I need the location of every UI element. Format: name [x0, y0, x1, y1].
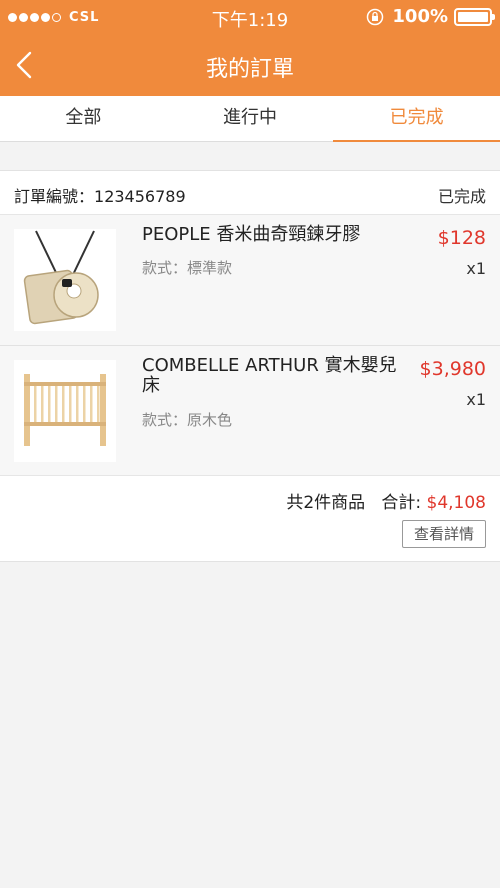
tab-in-progress[interactable]: 進行中 — [167, 96, 334, 141]
product-name: COMBELLE ARTHUR 實木嬰兒床 — [142, 355, 397, 396]
order-header: 訂單編號：123456789 已完成 — [0, 171, 500, 215]
order-footer: 共2件商品 合計: $4,108 查看詳情 — [0, 475, 500, 561]
order-card: 訂單編號：123456789 已完成 PEOPLE 香米曲奇頸鍊牙膠 款式：標準… — [0, 170, 500, 562]
tab-all[interactable]: 全部 — [0, 96, 167, 141]
order-number: 訂單編號：123456789 — [14, 183, 186, 207]
total-label: 合計: — [381, 493, 422, 513]
variant-label: 款式： — [142, 411, 188, 429]
order-summary: 共2件商品 合計: $4,108 — [286, 488, 486, 513]
tab-completed[interactable]: 已完成 — [333, 96, 500, 142]
product-price: $128 — [437, 227, 486, 249]
product-name: PEOPLE 香米曲奇頸鍊牙膠 — [142, 224, 361, 245]
view-details-button[interactable]: 查看詳情 — [402, 520, 486, 548]
product-quantity: x1 — [466, 390, 486, 409]
chevron-left-icon — [16, 51, 32, 79]
order-number-value: 123456789 — [94, 187, 186, 206]
back-button[interactable] — [4, 44, 44, 86]
order-number-label: 訂單編號： — [14, 187, 95, 206]
order-item[interactable]: COMBELLE ARTHUR 實木嬰兒床 款式：原木色 $3,980 x1 — [0, 345, 500, 475]
product-quantity: x1 — [466, 259, 486, 278]
product-price: $3,980 — [419, 358, 486, 380]
product-image-necklace — [14, 229, 116, 331]
product-variant: 款式：原木色 — [142, 409, 232, 430]
variant-label: 款式： — [142, 259, 188, 277]
battery-percent: 100% — [392, 6, 448, 27]
total-amount: $4,108 — [426, 493, 486, 513]
order-status: 已完成 — [437, 187, 486, 206]
status-bar: CSL 下午1:19 100% — [0, 0, 500, 34]
item-count: 共2件商品 — [286, 493, 366, 513]
rotation-lock-icon — [367, 8, 384, 25]
nav-bar: 我的訂單 — [0, 34, 500, 96]
page-title: 我的訂單 — [205, 57, 294, 82]
variant-value: 原木色 — [187, 411, 233, 429]
product-variant: 款式：標準款 — [142, 257, 232, 278]
product-image-crib — [14, 360, 116, 462]
variant-value: 標準款 — [187, 259, 233, 277]
order-item[interactable]: PEOPLE 香米曲奇頸鍊牙膠 款式：標準款 $128 x1 — [0, 215, 500, 345]
battery-icon — [454, 7, 495, 26]
order-tabs: 全部 進行中 已完成 — [0, 96, 500, 142]
